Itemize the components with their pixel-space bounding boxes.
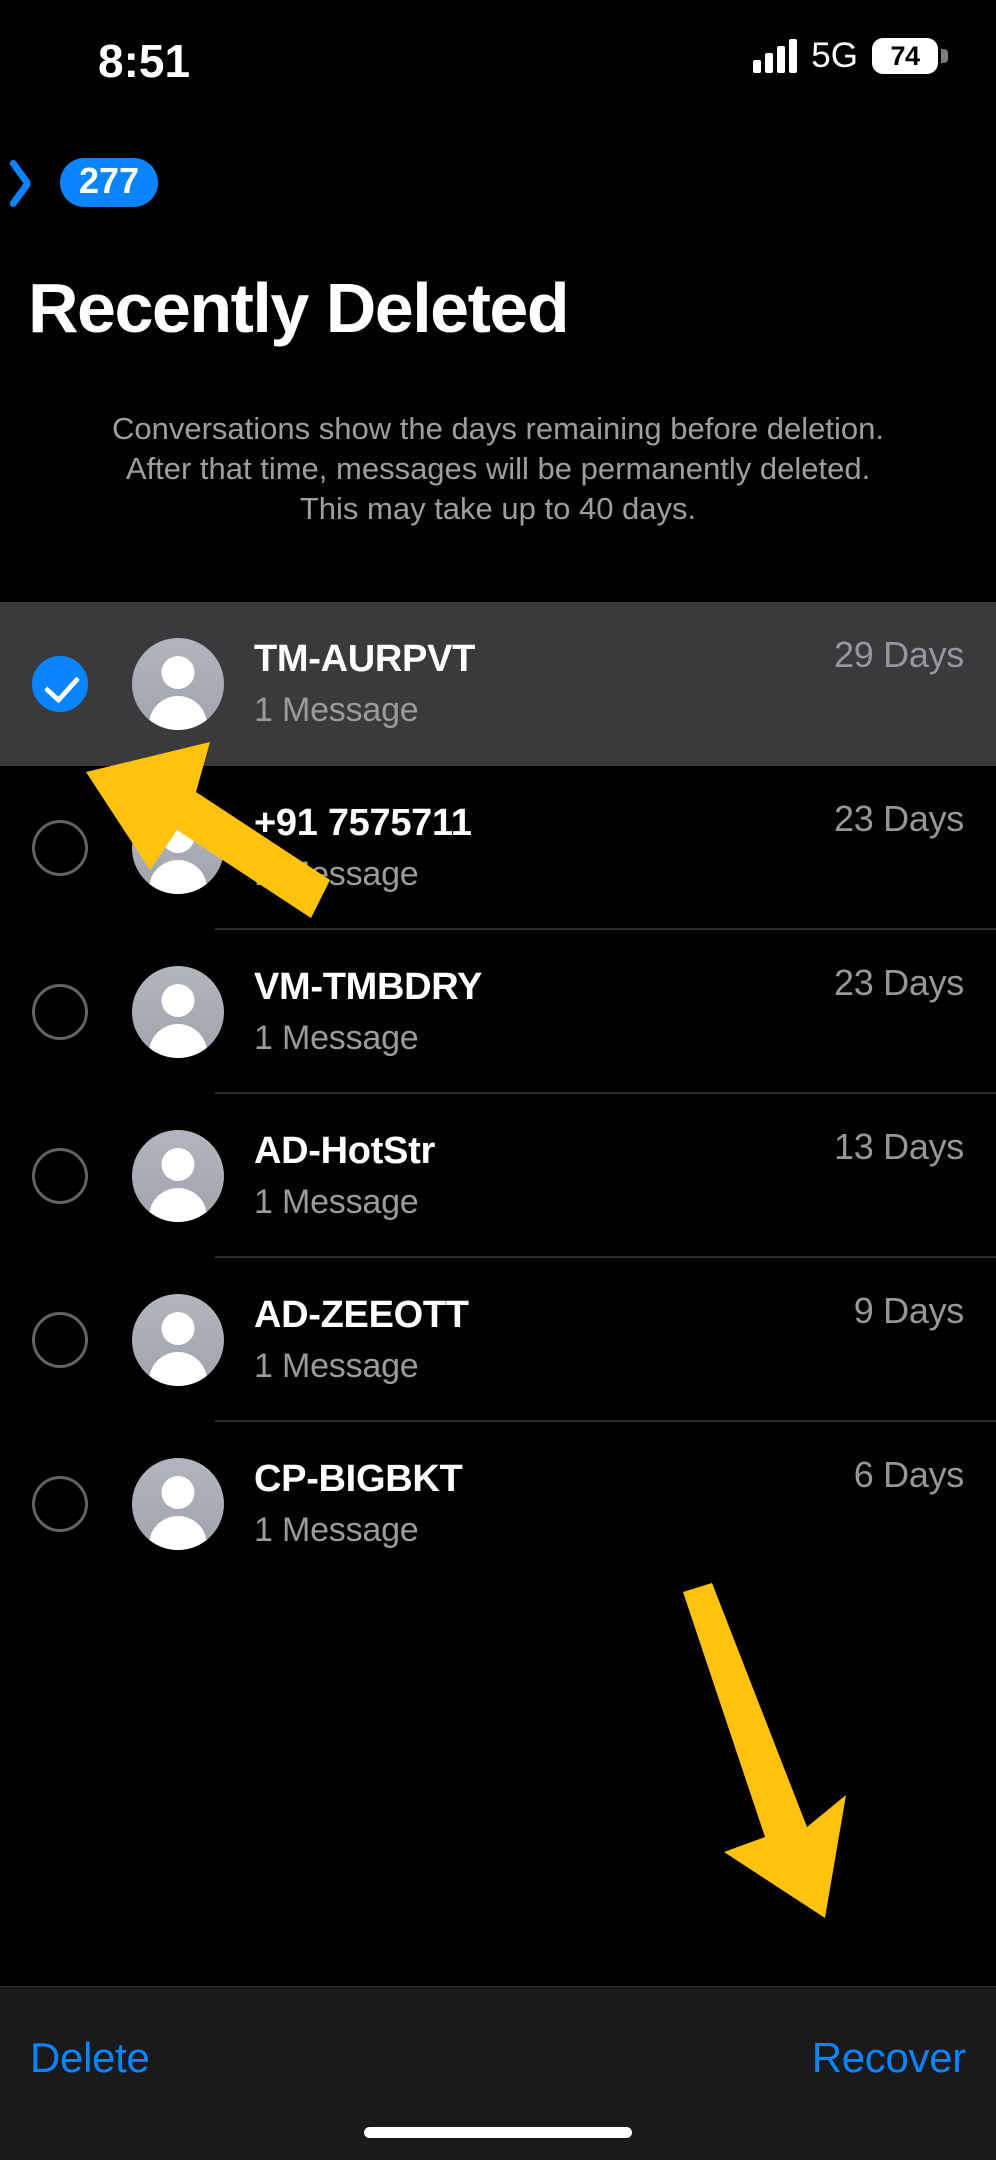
selection-checkbox-row-1[interactable] <box>32 656 88 712</box>
list-item[interactable]: +91 7575711 1 Message 23 Days <box>0 766 996 930</box>
status-bar: 8:51 5G 74 <box>0 0 996 118</box>
network-type-label: 5G <box>811 36 858 75</box>
back-unread-badge: 277 <box>60 157 159 207</box>
recently-deleted-list: TM-AURPVT 1 Message 29 Days +91 7575711 … <box>0 602 996 1586</box>
phone-screen: 8:51 5G 74 277 Recently Deleted Conversa… <box>0 0 996 2160</box>
cellular-bars-icon <box>753 39 798 73</box>
conversation-message-count: 1 Message <box>254 855 419 893</box>
conversation-days-remaining: 13 Days <box>834 1126 964 1167</box>
conversation-days-remaining: 9 Days <box>853 1290 965 1331</box>
conversation-message-count: 1 Message <box>254 691 419 729</box>
conversation-name: CP-BIGBKT <box>254 1458 463 1500</box>
avatar <box>132 1294 224 1386</box>
conversation-name: VM-TMBDRY <box>254 966 483 1008</box>
list-item[interactable]: AD-ZEEOTT 1 Message 9 Days <box>0 1258 996 1422</box>
status-bar-indicators: 5G 74 <box>753 38 948 74</box>
conversation-message-count: 1 Message <box>254 1511 419 1549</box>
conversation-name: TM-AURPVT <box>254 638 476 680</box>
conversation-name: AD-ZEEOTT <box>254 1294 469 1336</box>
conversation-message-count: 1 Message <box>254 1183 419 1221</box>
selection-checkbox-row-4[interactable] <box>32 1148 88 1204</box>
conversation-name: AD-HotStr <box>254 1130 435 1172</box>
avatar <box>132 802 224 894</box>
selection-checkbox-row-6[interactable] <box>32 1476 88 1532</box>
avatar <box>132 638 224 730</box>
chevron-left-icon <box>20 156 50 208</box>
page-description-line-2: After that time, messages will be perman… <box>125 451 871 486</box>
selection-checkbox-row-3[interactable] <box>32 984 88 1040</box>
page-description: Conversations show the days remaining be… <box>28 409 968 529</box>
back-button[interactable]: 277 <box>20 150 159 214</box>
avatar <box>132 1130 224 1222</box>
list-item[interactable]: VM-TMBDRY 1 Message 23 Days <box>0 930 996 1094</box>
battery-icon: 74 <box>872 38 948 74</box>
bottom-toolbar: Delete Recover <box>0 1986 996 2160</box>
delete-button[interactable]: Delete <box>30 2034 150 2082</box>
navigation-bar: 277 <box>0 150 996 230</box>
list-item[interactable]: CP-BIGBKT 1 Message 6 Days <box>0 1422 996 1586</box>
home-indicator <box>364 2127 632 2138</box>
conversation-days-remaining: 29 Days <box>834 634 964 675</box>
list-item[interactable]: TM-AURPVT 1 Message 29 Days <box>0 602 996 766</box>
battery-percent-label: 74 <box>890 40 920 71</box>
conversation-days-remaining: 6 Days <box>853 1454 965 1495</box>
arrow-to-recover-icon <box>683 1583 846 1918</box>
conversation-message-count: 1 Message <box>254 1347 419 1385</box>
avatar <box>132 1458 224 1550</box>
conversation-days-remaining: 23 Days <box>834 798 964 839</box>
page-description-line-3: This may take up to 40 days. <box>299 491 697 526</box>
avatar <box>132 966 224 1058</box>
page-description-line-1: Conversations show the days remaining be… <box>111 411 884 446</box>
conversation-message-count: 1 Message <box>254 1019 419 1057</box>
list-item[interactable]: AD-HotStr 1 Message 13 Days <box>0 1094 996 1258</box>
conversation-name: +91 7575711 <box>254 802 472 844</box>
recover-button[interactable]: Recover <box>812 2034 967 2082</box>
page-title: Recently Deleted <box>28 269 570 347</box>
conversation-days-remaining: 23 Days <box>834 962 964 1003</box>
status-bar-time: 8:51 <box>98 35 191 87</box>
selection-checkbox-row-2[interactable] <box>32 820 88 876</box>
selection-checkbox-row-5[interactable] <box>32 1312 88 1368</box>
